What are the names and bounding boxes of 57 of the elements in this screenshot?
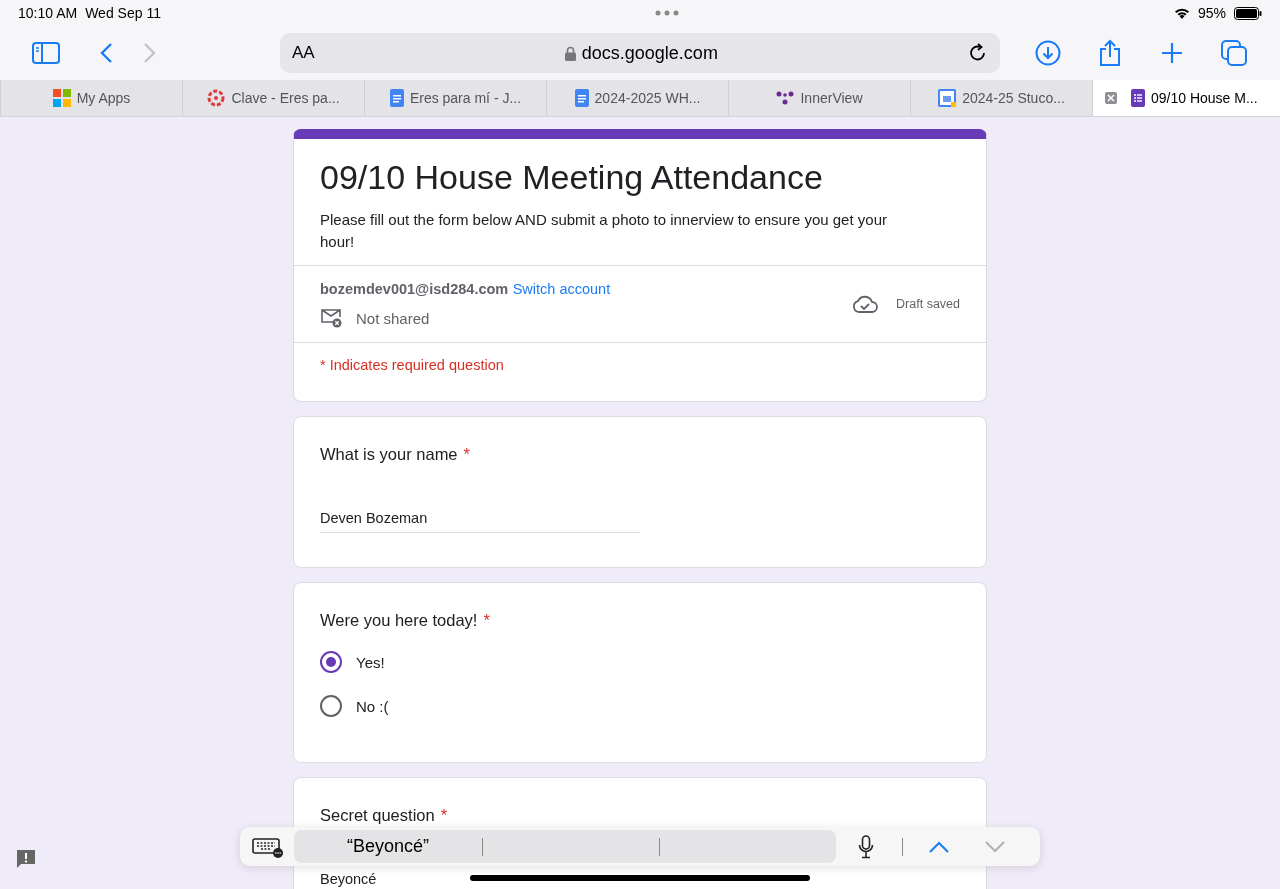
battery-percent: 95%: [1197, 5, 1226, 21]
required-asterisk: *: [483, 611, 490, 630]
dots-logo-icon: [776, 91, 795, 105]
status-date: Wed Sep 11: [85, 5, 161, 21]
back-icon[interactable]: [99, 42, 113, 64]
form-description: Please fill out the form below AND submit a photo to innerview to ensure you get your hour!: [320, 210, 888, 252]
close-icon[interactable]: [1105, 92, 1117, 104]
wifi-icon: [1173, 7, 1190, 19]
ring-logo-icon: [207, 89, 226, 107]
browser-tab[interactable]: 2024-2025 WH...: [546, 80, 728, 116]
form-title: 09/10 House Meeting Attendance: [320, 157, 824, 197]
required-asterisk: *: [440, 806, 448, 825]
feedback-icon[interactable]: [15, 848, 37, 870]
browser-tab[interactable]: My Apps: [0, 80, 182, 116]
mail-blocked-icon: [320, 308, 342, 328]
browser-tab[interactable]: InnerView: [728, 80, 910, 116]
question-title: Were you here today!: [320, 611, 478, 630]
document-icon: [389, 89, 404, 107]
required-note: * Indicates required question: [320, 357, 504, 373]
previous-field-icon[interactable]: [929, 840, 949, 853]
battery-icon: [1234, 6, 1262, 20]
browser-tab[interactable]: Eres para mí - J...: [364, 80, 546, 116]
cloud-check-icon: [852, 294, 879, 314]
answer-field[interactable]: Deven Bozeman: [320, 510, 640, 533]
account-email: bozemdev001@isd284.com: [320, 281, 509, 297]
sidebar-icon[interactable]: [32, 42, 60, 64]
browser-tab[interactable]: 2024-25 Stuco...: [910, 80, 1092, 116]
more-dots-icon[interactable]: [655, 10, 680, 16]
status-time: 10:10 AM: [18, 5, 78, 21]
radio-option[interactable]: No :(: [320, 694, 389, 718]
draft-status: Draft saved: [896, 297, 960, 311]
browser-tab[interactable]: Clave - Eres pa...: [182, 80, 364, 116]
calendar-icon: [938, 89, 957, 107]
plus-icon[interactable]: [1161, 42, 1183, 64]
share-icon[interactable]: [1098, 39, 1122, 67]
switch-account-link[interactable]: Switch account: [512, 281, 611, 297]
sharing-status: Not shared: [356, 309, 430, 327]
download-icon[interactable]: [1035, 40, 1061, 66]
form-icon: [1131, 89, 1145, 107]
document-icon: [574, 89, 589, 107]
next-field-icon[interactable]: [985, 840, 1005, 853]
address-bar[interactable]: AA docs.google.com: [280, 33, 1000, 73]
grid-logo-icon: [52, 89, 71, 107]
browser-tab[interactable]: 09/10 House M...: [1092, 80, 1280, 116]
question-title: What is your name: [320, 445, 458, 464]
tabs-overview-icon[interactable]: [1221, 40, 1247, 66]
reload-icon[interactable]: [968, 43, 988, 63]
text-size-button[interactable]: AA: [292, 43, 315, 63]
radio-button[interactable]: [320, 651, 342, 673]
keyboard-icon[interactable]: [252, 835, 284, 858]
microphone-icon[interactable]: [858, 834, 874, 859]
url-text: docs.google.com: [581, 42, 718, 64]
lock-icon: [564, 45, 576, 61]
question-title: Secret question: [320, 806, 435, 825]
required-asterisk: *: [463, 445, 470, 464]
radio-option[interactable]: Yes!: [320, 650, 385, 674]
radio-button[interactable]: [320, 695, 342, 717]
